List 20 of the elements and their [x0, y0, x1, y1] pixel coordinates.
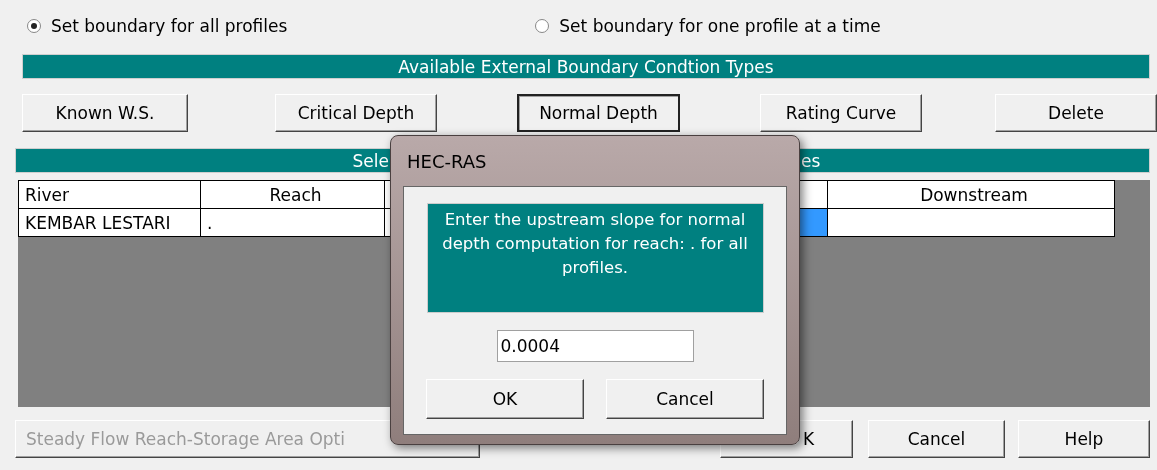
table-cell[interactable]: . — [201, 208, 385, 237]
dialog-button[interactable]: Help — [1018, 420, 1150, 458]
type-button[interactable]: Delete — [995, 94, 1157, 132]
table-cell[interactable]: KEMBAR LESTARI — [18, 208, 201, 237]
table-cell[interactable] — [828, 208, 1115, 237]
column-header: Downstream — [828, 180, 1115, 209]
type-button[interactable]: Rating Curve — [760, 94, 922, 132]
slope-input-field[interactable]: 0.0004 — [496, 330, 694, 362]
type-button[interactable]: Known W.S. — [22, 94, 188, 132]
dialog-button[interactable]: Cancel — [868, 420, 1005, 458]
header-text: es — [801, 150, 822, 171]
type-button[interactable]: Critical Depth — [275, 94, 437, 132]
dialog-button[interactable]: OK — [426, 379, 584, 419]
header-text: Sele — [351, 150, 389, 171]
dialog-button[interactable]: Cancel — [606, 379, 764, 419]
dialog-title: HEC-RAS — [406, 149, 487, 174]
column-header: Reach — [201, 180, 385, 209]
type-button[interactable]: Normal Depth — [517, 94, 680, 132]
column-header: River — [18, 180, 201, 209]
section-header: Available External Boundary Condtion Types — [22, 54, 1150, 79]
